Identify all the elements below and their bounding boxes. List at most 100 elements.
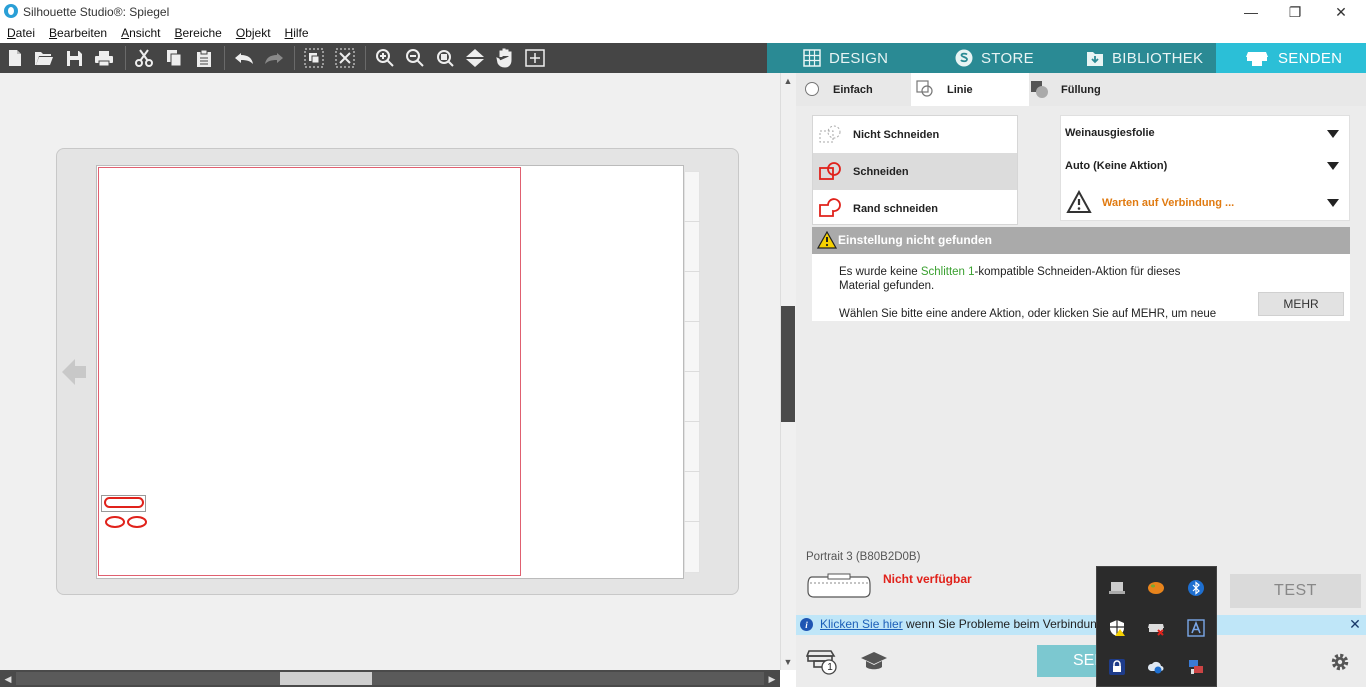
mode-einfach-label[interactable]: Einfach bbox=[833, 84, 873, 96]
toolbar-separator bbox=[365, 46, 366, 70]
scroll-down-icon[interactable]: ▼ bbox=[780, 654, 796, 670]
library-download-icon bbox=[1087, 52, 1103, 66]
lock-icon[interactable] bbox=[1108, 658, 1126, 676]
warning-text-4: Wählen Sie bitte eine andere Aktion, ode… bbox=[839, 308, 1217, 320]
close-button[interactable]: ✕ bbox=[1318, 0, 1364, 24]
cloud-sync-icon[interactable] bbox=[1147, 658, 1165, 676]
material-select[interactable]: Weinausgiesfolie bbox=[1065, 127, 1155, 139]
cutter-device-icon bbox=[806, 573, 872, 601]
toolbar-separator bbox=[224, 46, 225, 70]
device-name: Portrait 3 (B80B2D0B) bbox=[806, 551, 921, 563]
menu-bearbeiten[interactable]: Bearbeiten bbox=[42, 24, 114, 43]
tab-design[interactable]: DESIGN bbox=[767, 43, 917, 73]
silhouette-logo-icon bbox=[4, 4, 18, 18]
scroll-up-icon[interactable]: ▲ bbox=[780, 73, 796, 89]
chevron-down-icon[interactable] bbox=[1326, 197, 1340, 207]
mat-grid-line bbox=[684, 471, 700, 472]
warning-message: Es wurde keine Schlitten 1-kompatible Sc… bbox=[839, 265, 1229, 293]
zoom-fit-icon[interactable] bbox=[434, 47, 456, 69]
zoom-box-icon[interactable] bbox=[524, 47, 546, 69]
mat-grid-line bbox=[684, 321, 700, 322]
menu-ansicht[interactable]: Ansicht bbox=[114, 24, 167, 43]
ungroup-icon[interactable] bbox=[334, 47, 356, 69]
restore-button[interactable]: ❐ bbox=[1272, 0, 1318, 24]
tab-senden[interactable]: SENDEN bbox=[1216, 43, 1366, 73]
network-icon[interactable] bbox=[1187, 658, 1205, 676]
undo-icon[interactable] bbox=[233, 47, 255, 69]
gear-icon[interactable] bbox=[1329, 651, 1351, 673]
line-mode-icon[interactable] bbox=[916, 80, 934, 98]
feed-arrow-left-icon[interactable] bbox=[62, 357, 86, 387]
pan-hand-icon[interactable] bbox=[494, 47, 516, 69]
group-icon[interactable] bbox=[303, 47, 325, 69]
mode-linie-label[interactable]: Linie bbox=[947, 84, 973, 96]
print-icon[interactable] bbox=[93, 47, 115, 69]
send-queue-badge: 1 bbox=[827, 661, 833, 673]
text-a-icon[interactable] bbox=[1187, 619, 1205, 637]
warning-text-1: Es wurde keine bbox=[839, 266, 921, 278]
cut-shape-icon bbox=[818, 160, 844, 182]
action-schneiden-label: Schneiden bbox=[853, 165, 909, 178]
redo-icon[interactable] bbox=[263, 47, 285, 69]
toolbar-separator bbox=[125, 46, 126, 70]
save-icon[interactable] bbox=[63, 47, 85, 69]
more-button[interactable]: MEHR bbox=[1258, 292, 1344, 316]
warning-text-3: Material gefunden. bbox=[839, 280, 935, 292]
scroll-left-icon[interactable]: ◀ bbox=[0, 671, 16, 687]
menu-hilfe[interactable]: Hilfe bbox=[278, 24, 316, 43]
action-nicht-schneiden-label: Nicht Schneiden bbox=[853, 128, 940, 141]
einfach-radio[interactable] bbox=[805, 82, 819, 96]
warning-icon bbox=[816, 230, 838, 249]
printer-error-icon[interactable] bbox=[1147, 619, 1165, 637]
open-folder-icon[interactable] bbox=[33, 47, 55, 69]
mat-grid-line bbox=[684, 521, 700, 522]
defender-shield-icon[interactable] bbox=[1108, 619, 1126, 637]
close-icon[interactable]: ✕ bbox=[1348, 616, 1362, 632]
mat-grid-line bbox=[684, 271, 700, 272]
test-button[interactable]: TEST bbox=[1230, 574, 1361, 608]
schlitten-link: Schlitten 1 bbox=[920, 266, 975, 278]
info-text-rest: wenn Sie Probleme beim Verbindung bbox=[902, 617, 1104, 631]
move-down-icon[interactable] bbox=[464, 47, 486, 69]
paste-icon[interactable] bbox=[193, 47, 215, 69]
scroll-right-icon[interactable]: ▶ bbox=[764, 671, 780, 687]
chevron-down-icon[interactable] bbox=[1326, 128, 1340, 138]
mode-fuellung-label[interactable]: Füllung bbox=[1061, 84, 1101, 96]
action-select[interactable]: Auto (Keine Aktion) bbox=[1065, 160, 1167, 172]
zoom-in-icon[interactable] bbox=[374, 47, 396, 69]
toolbar-separator bbox=[294, 46, 295, 70]
design-grid-icon bbox=[803, 49, 821, 67]
menu-bereiche[interactable]: Bereiche bbox=[167, 24, 228, 43]
store-s-icon bbox=[955, 49, 973, 67]
send-cutter-icon bbox=[1246, 52, 1268, 66]
horizontal-scroll-track[interactable] bbox=[16, 672, 764, 685]
palette-icon[interactable] bbox=[1147, 579, 1165, 597]
tool-status[interactable]: Warten auf Verbindung ... bbox=[1102, 197, 1234, 209]
mat-grid-strip bbox=[684, 171, 700, 573]
chevron-down-icon[interactable] bbox=[1326, 160, 1340, 170]
cut-icon[interactable] bbox=[133, 47, 155, 69]
tab-design-label: DESIGN bbox=[829, 49, 889, 67]
tab-bibliothek[interactable]: BIBLIOTHEK bbox=[1064, 43, 1216, 73]
design-shapes[interactable] bbox=[101, 495, 147, 529]
copy-icon[interactable] bbox=[163, 47, 185, 69]
laptop-icon[interactable] bbox=[1108, 579, 1126, 597]
new-file-icon[interactable] bbox=[4, 47, 26, 69]
vertical-scroll-thumb[interactable] bbox=[781, 306, 795, 422]
graduation-cap-icon[interactable] bbox=[860, 650, 888, 672]
tab-bibliothek-label: BIBLIOTHEK bbox=[1112, 49, 1204, 67]
menu-objekt[interactable]: Objekt bbox=[229, 24, 278, 43]
fill-mode-icon[interactable] bbox=[1030, 80, 1050, 100]
tab-store[interactable]: STORE bbox=[917, 43, 1064, 73]
bluetooth-icon[interactable] bbox=[1187, 579, 1205, 597]
mat-grid-line bbox=[684, 421, 700, 422]
minimize-button[interactable]: — bbox=[1228, 0, 1274, 24]
cut-border bbox=[98, 167, 521, 576]
menu-datei[interactable]: Datei bbox=[0, 24, 42, 43]
zoom-out-icon[interactable] bbox=[404, 47, 426, 69]
tab-store-label: STORE bbox=[981, 49, 1034, 67]
horizontal-scroll-thumb[interactable] bbox=[280, 672, 372, 685]
warning-text-2: -kompatible Schneiden-Aktion für dieses bbox=[974, 266, 1181, 278]
help-link[interactable]: Klicken Sie hier bbox=[820, 617, 903, 631]
edge-cut-icon bbox=[818, 197, 844, 219]
